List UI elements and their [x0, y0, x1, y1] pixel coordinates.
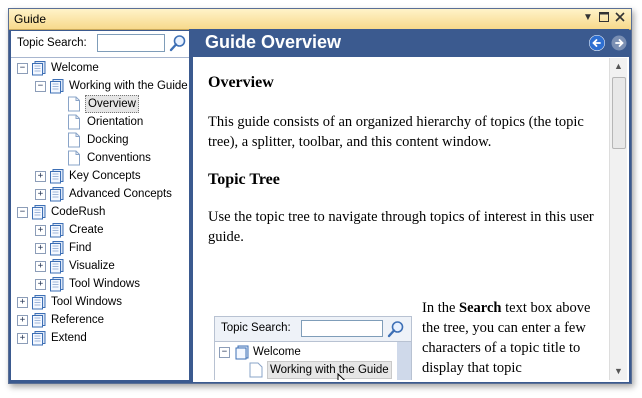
expand-icon[interactable]: +: [17, 333, 28, 344]
book-icon: [32, 331, 46, 346]
tree-item-label: Tool Windows: [51, 296, 122, 308]
topic-tree: − Welcome − Working with the Guide Overview O…: [11, 59, 189, 379]
expand-icon[interactable]: +: [35, 279, 46, 290]
page-icon: [68, 132, 80, 148]
tree-item-label: Docking: [87, 134, 129, 146]
tree-item[interactable]: + Extend: [17, 329, 187, 347]
window-title: Guide: [14, 12, 47, 26]
tree-item[interactable]: + Create: [35, 221, 189, 239]
tree-item-label: Extend: [51, 332, 87, 344]
content-title: Guide Overview: [205, 32, 342, 52]
mini-scrollbar: [397, 342, 411, 380]
forward-icon[interactable]: [611, 35, 627, 51]
page-icon: [68, 114, 80, 130]
expand-icon[interactable]: +: [17, 315, 28, 326]
topic-tree-pane: Topic Search: − Welcome − Working with the …: [11, 31, 189, 380]
tree-item[interactable]: + Advanced Concepts: [35, 185, 189, 203]
book-icon: [32, 295, 46, 310]
tree-item-label: Welcome: [51, 62, 99, 74]
tree-item-label: Find: [69, 242, 92, 254]
paragraph-topic-tree: Use the topic tree to navigate through t…: [208, 209, 594, 245]
tree-item-label: Overview: [85, 95, 139, 113]
tree-item-label: Create: [69, 224, 104, 236]
topic-search-label: Topic Search:: [17, 37, 87, 49]
page-icon: [68, 96, 80, 112]
collapse-icon[interactable]: −: [35, 81, 46, 92]
search-screenshot-illustration: Topic Search: − Welcome Working with the…: [214, 316, 412, 380]
book-icon: [50, 169, 64, 184]
page-icon: [68, 150, 80, 166]
back-icon[interactable]: [589, 35, 605, 51]
tree-item-label: Advanced Concepts: [69, 188, 172, 200]
book-icon: [50, 79, 64, 94]
heading-overview: Overview: [208, 74, 274, 91]
paragraph-search: In the Search text box above the tree, y…: [422, 300, 591, 376]
tree-item[interactable]: Orientation: [53, 113, 189, 131]
tree-item-label: Orientation: [87, 116, 144, 128]
mini-search-icon: [387, 320, 405, 338]
tree-item[interactable]: Docking: [53, 131, 189, 149]
expand-icon[interactable]: +: [35, 225, 46, 236]
expand-icon[interactable]: +: [35, 189, 46, 200]
tree-item-label: Key Concepts: [69, 170, 141, 182]
content-body: Overview This guide consists of an organ…: [194, 58, 608, 380]
tree-item[interactable]: Overview: [53, 95, 189, 113]
paragraph-overview: This guide consists of an organized hier…: [208, 114, 584, 150]
mini-search-input: [301, 320, 383, 337]
tree-item[interactable]: + Reference: [17, 311, 187, 329]
tree-item-label: Conventions: [87, 152, 151, 164]
tree-item[interactable]: + Tool Windows: [35, 275, 189, 293]
tree-item[interactable]: + Find: [35, 239, 189, 257]
book-icon: [50, 259, 64, 274]
expand-icon[interactable]: +: [35, 243, 46, 254]
topic-search-input[interactable]: [97, 34, 165, 52]
tree-item-label: Tool Windows: [69, 278, 140, 290]
book-icon: [32, 313, 46, 328]
tree-item-label: Visualize: [69, 260, 115, 272]
tree-item[interactable]: + Tool Windows: [17, 293, 187, 311]
book-icon: [50, 277, 64, 292]
search-icon[interactable]: [169, 34, 187, 52]
expand-icon[interactable]: +: [35, 171, 46, 182]
scroll-up-icon[interactable]: ▲: [610, 58, 627, 75]
book-icon: [32, 61, 46, 76]
book-icon: [32, 205, 46, 220]
content-pane: Guide Overview Overview This guide consi…: [193, 29, 629, 382]
collapse-icon[interactable]: −: [17, 63, 28, 74]
tree-item[interactable]: Conventions: [53, 149, 189, 167]
guide-window: Guide ▼ Topic Search: − Welcome − Working w…: [8, 8, 632, 384]
expand-icon[interactable]: +: [17, 297, 28, 308]
tree-item-label: Reference: [51, 314, 105, 326]
tree-item-label: Working with the Guide: [69, 80, 188, 92]
restore-icon[interactable]: [597, 11, 611, 25]
tree-item[interactable]: + Key Concepts: [35, 167, 189, 185]
tree-item[interactable]: − Welcome: [17, 59, 187, 77]
close-icon[interactable]: [613, 11, 627, 25]
mini-search-label: Topic Search:: [221, 322, 291, 334]
collapse-icon[interactable]: −: [17, 207, 28, 218]
tree-item-label: CodeRush: [51, 206, 106, 218]
dropdown-icon[interactable]: ▼: [581, 11, 595, 25]
scroll-thumb[interactable]: [612, 77, 626, 149]
book-icon: [50, 187, 64, 202]
expand-icon[interactable]: +: [35, 261, 46, 272]
book-icon: [50, 223, 64, 238]
heading-topic-tree: Topic Tree: [208, 171, 280, 188]
window-titlebar[interactable]: Guide ▼: [9, 9, 631, 30]
tree-item[interactable]: − CodeRush: [17, 203, 187, 221]
scroll-down-icon[interactable]: ▼: [610, 363, 627, 380]
content-header: Guide Overview: [193, 29, 629, 57]
topic-search-bar: Topic Search:: [11, 31, 189, 58]
tree-item[interactable]: − Working with the Guide: [35, 77, 189, 95]
content-scrollbar[interactable]: ▲ ▼: [609, 58, 627, 380]
book-icon: [50, 241, 64, 256]
tree-item[interactable]: + Visualize: [35, 257, 189, 275]
